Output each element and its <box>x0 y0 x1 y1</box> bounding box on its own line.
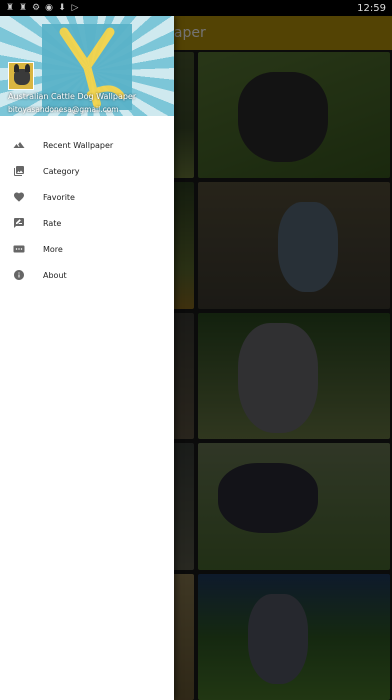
menu-item-rate[interactable]: Rate <box>0 210 174 236</box>
collections-icon <box>13 165 25 177</box>
menu-item-favorite[interactable]: Favorite <box>0 184 174 210</box>
drawer-menu: Recent Wallpaper Category Favorite Rate … <box>0 116 174 288</box>
menu-item-label: Rate <box>43 218 62 228</box>
status-time: 12:59 <box>357 2 386 14</box>
download-icon: ⬇ <box>58 2 66 13</box>
menu-item-label: More <box>43 244 63 254</box>
heart-icon <box>13 191 25 203</box>
app-avatar <box>8 62 34 90</box>
navigation-drawer: Australian Cattle Dog Wallpaper bitoyasa… <box>0 16 174 700</box>
notification-icon: ♜ <box>6 2 15 13</box>
android-icon: ◉ <box>45 2 53 13</box>
more-icon <box>13 243 25 255</box>
landscape-icon <box>13 139 25 151</box>
menu-item-recent-wallpaper[interactable]: Recent Wallpaper <box>0 132 174 158</box>
rate-review-icon <box>13 217 25 229</box>
menu-item-label: About <box>43 270 67 280</box>
status-icons: ♜ ♜ ⚙ ◉ ⬇ ▷ <box>6 2 79 13</box>
settings-icon: ⚙ <box>32 2 41 13</box>
drawer-header: Australian Cattle Dog Wallpaper bitoyasa… <box>0 16 174 116</box>
drawer-header-email: bitoyasandonesa@gmail.com <box>8 105 119 114</box>
menu-item-more[interactable]: More <box>0 236 174 262</box>
play-icon: ▷ <box>71 2 79 13</box>
menu-item-about[interactable]: About <box>0 262 174 288</box>
drawer-header-title: Australian Cattle Dog Wallpaper <box>8 92 137 101</box>
menu-item-label: Favorite <box>43 192 75 202</box>
notification-icon: ♜ <box>19 2 28 13</box>
info-icon <box>13 269 25 281</box>
menu-item-label: Recent Wallpaper <box>43 140 114 150</box>
menu-item-category[interactable]: Category <box>0 158 174 184</box>
menu-item-label: Category <box>43 166 80 176</box>
status-bar: ♜ ♜ ⚙ ◉ ⬇ ▷ 12:59 <box>0 0 392 16</box>
